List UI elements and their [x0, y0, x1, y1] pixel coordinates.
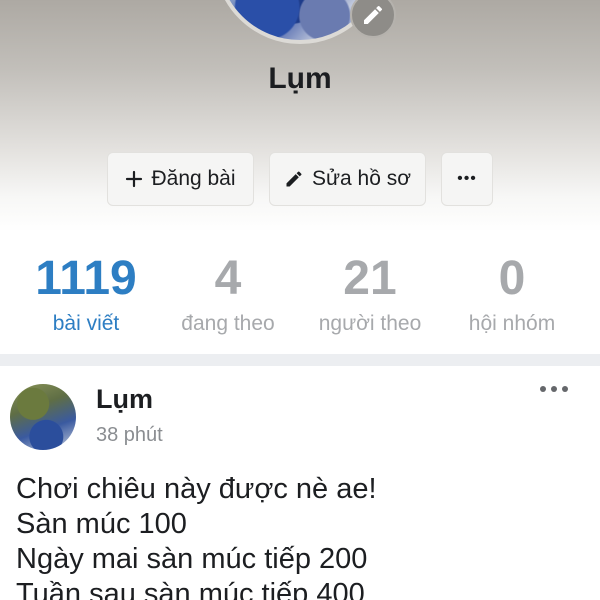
stat-followers[interactable]: 21 người theo [300, 252, 440, 336]
stat-following[interactable]: 4 đang theo [158, 252, 298, 336]
post-line: Chơi chiêu này được nè ae! [16, 473, 377, 505]
post-timestamp[interactable]: 38 phút [96, 424, 163, 447]
post-line: Tuần sau sàn múc tiếp 400 [16, 578, 365, 600]
post-line: Sàn múc 100 [16, 508, 187, 540]
post-author-avatar[interactable] [10, 384, 76, 450]
post-card: Lụm 38 phút Chơi chiêu này được nè ae! S… [0, 366, 600, 600]
edit-profile-button[interactable]: Sửa hồ sơ [269, 152, 426, 206]
create-post-label: Đăng bài [151, 167, 236, 190]
more-options-button[interactable]: ••• [441, 152, 493, 206]
create-post-button[interactable]: Đăng bài [107, 152, 254, 206]
pencil-icon [284, 169, 304, 189]
stat-followers-label: người theo [318, 312, 422, 335]
stat-posts-value: 1119 [35, 252, 137, 305]
profile-header: Lụm Đăng bài Sửa hồ sơ ••• [0, 0, 600, 232]
post-body: Chơi chiêu này được nè ae! Sàn múc 100 N… [16, 472, 586, 600]
stat-following-label: đang theo [181, 312, 275, 335]
stat-groups-label: hội nhóm [468, 312, 556, 335]
section-divider [0, 354, 600, 366]
post-more-icon[interactable] [540, 386, 568, 392]
stat-posts[interactable]: 1119 bài viết [16, 252, 156, 336]
stat-posts-label: bài viết [52, 312, 120, 335]
profile-name: Lụm [268, 62, 332, 95]
stat-groups-value: 0 [498, 252, 526, 305]
profile-stats: 1119 bài viết 4 đang theo 21 người theo … [0, 232, 600, 354]
stat-followers-value: 21 [343, 252, 397, 305]
edit-profile-label: Sửa hồ sơ [311, 167, 412, 190]
plus-icon [125, 170, 143, 188]
post-author-name[interactable]: Lụm [96, 384, 153, 415]
more-dots-icon: ••• [457, 170, 477, 187]
stat-groups[interactable]: 0 hội nhóm [442, 252, 582, 336]
stat-following-value: 4 [214, 252, 242, 305]
post-line: Ngày mai sàn múc tiếp 200 [16, 543, 368, 575]
edit-avatar-icon[interactable] [350, 0, 396, 38]
